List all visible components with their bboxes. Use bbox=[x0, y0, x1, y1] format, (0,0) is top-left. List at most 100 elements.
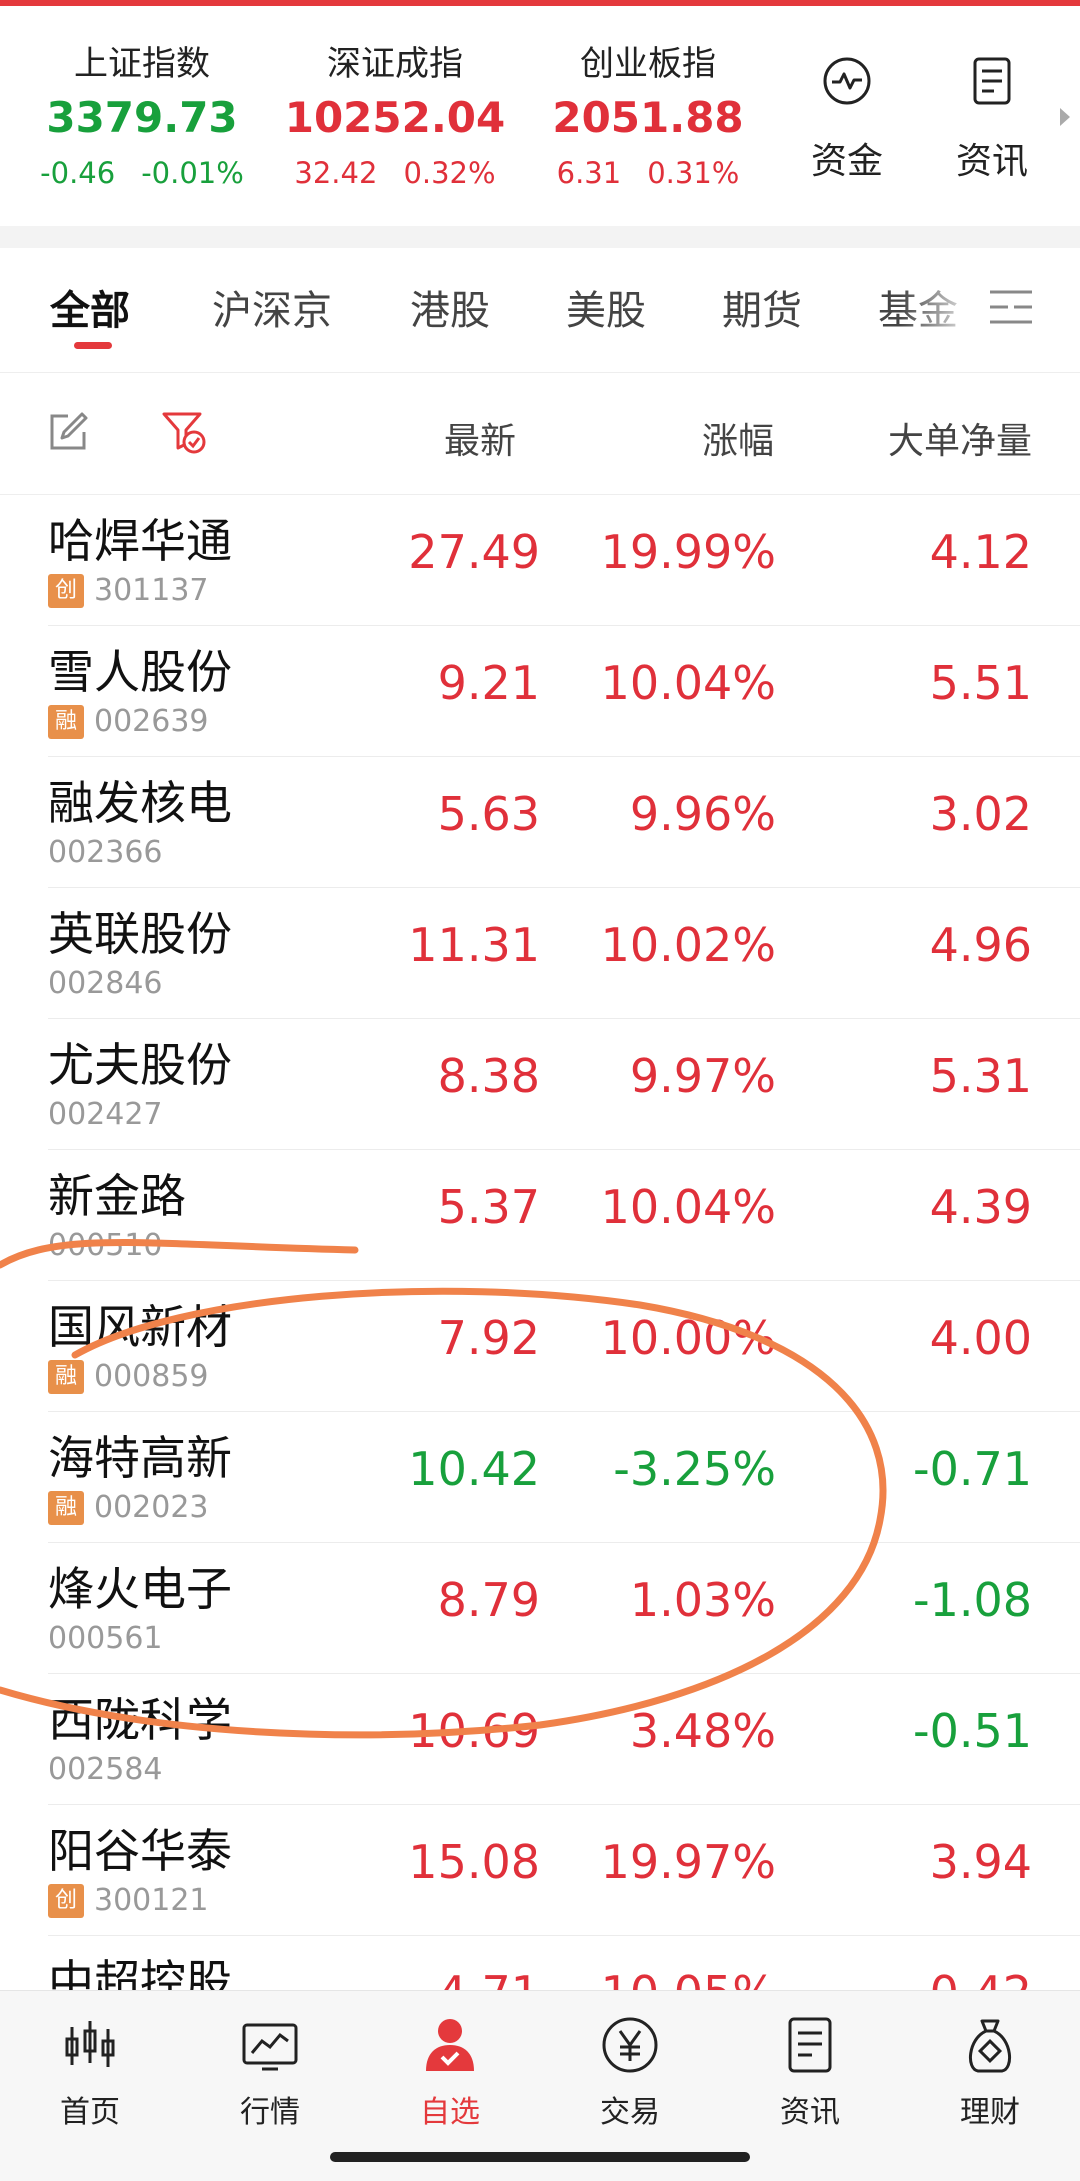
funds-button[interactable]: 资金 bbox=[787, 56, 907, 184]
stock-code-line: 002366 bbox=[48, 835, 163, 870]
stock-big-order: 4.39 bbox=[929, 1180, 1032, 1234]
stock-row[interactable]: 西陇科学 002584 10.69 3.48% -0.51 bbox=[48, 1674, 1080, 1805]
index-name: 上证指数 bbox=[74, 44, 210, 84]
stock-row[interactable]: 哈焊华通创 301137 27.49 19.99% 4.12 bbox=[48, 495, 1080, 626]
index-shanghai[interactable]: 上证指数 3379.73 -0.46 -0.01% bbox=[22, 36, 262, 190]
nav-wealth-label: 理财 bbox=[960, 2095, 1020, 2130]
stock-change-pct: 1.03% bbox=[629, 1573, 776, 1627]
index-ticker: 上证指数 3379.73 -0.46 -0.01% 深证成指 10252.04 3… bbox=[0, 6, 1080, 226]
nav-news[interactable]: 资讯 bbox=[750, 2013, 870, 2131]
tab-us[interactable]: 美股 bbox=[566, 278, 646, 336]
stock-row[interactable]: 海特高新融 002023 10.42 -3.25% -0.71 bbox=[48, 1412, 1080, 1543]
tab-futures[interactable]: 期货 bbox=[722, 278, 802, 336]
stock-big-order: -0.51 bbox=[912, 1704, 1032, 1758]
stock-code-line: 融 000859 bbox=[48, 1359, 209, 1394]
nav-trade-label: 交易 bbox=[600, 2095, 660, 2130]
index-name: 创业板指 bbox=[580, 44, 716, 84]
stock-price: 5.63 bbox=[437, 787, 540, 841]
stock-code-line: 002584 bbox=[48, 1752, 163, 1787]
col-latest[interactable]: 最新 bbox=[444, 412, 516, 464]
nav-market[interactable]: 行情 bbox=[210, 2013, 330, 2131]
stock-change-pct: 3.48% bbox=[629, 1704, 776, 1758]
stock-price: 5.37 bbox=[437, 1180, 540, 1234]
chart-icon bbox=[242, 2023, 298, 2071]
nav-market-label: 行情 bbox=[240, 2095, 300, 2130]
nav-home[interactable]: 首页 bbox=[30, 2013, 150, 2131]
money-bag-icon bbox=[969, 2019, 1011, 2073]
tab-hk[interactable]: 港股 bbox=[410, 278, 490, 336]
stock-row[interactable]: 烽火电子 000561 8.79 1.03% -1.08 bbox=[48, 1543, 1080, 1674]
nav-watchlist-label: 自选 bbox=[420, 2095, 480, 2130]
stock-code: 300121 bbox=[94, 1883, 209, 1918]
stock-code-line: 创 301137 bbox=[48, 573, 209, 608]
market-tabs: 全部 沪深京 港股 美股 期货 基金 bbox=[0, 248, 1080, 373]
stock-code: 000510 bbox=[48, 1228, 163, 1263]
stock-row[interactable]: 雪人股份融 002639 9.21 10.04% 5.51 bbox=[48, 626, 1080, 757]
column-header: 最新 涨幅 大单净量 bbox=[0, 372, 1080, 495]
stock-code: 002846 bbox=[48, 966, 163, 1001]
stock-name: 国风新材 bbox=[48, 1300, 232, 1354]
stock-row[interactable]: 英联股份 002846 11.31 10.02% 4.96 bbox=[48, 888, 1080, 1019]
user-check-icon bbox=[426, 2019, 474, 2071]
stock-row[interactable]: 尤夫股份 002427 8.38 9.97% 5.31 bbox=[48, 1019, 1080, 1150]
stock-big-order: 5.31 bbox=[929, 1049, 1032, 1103]
stock-code-line: 002846 bbox=[48, 966, 163, 1001]
stock-name: 烽火电子 bbox=[48, 1562, 232, 1616]
stock-change-pct: 19.97% bbox=[600, 1835, 776, 1889]
stock-change-pct: 9.96% bbox=[629, 787, 776, 841]
stock-code-line: 000510 bbox=[48, 1228, 163, 1263]
stock-price: 9.21 bbox=[437, 656, 540, 710]
edit-icon[interactable] bbox=[46, 410, 90, 454]
stock-big-order: 4.96 bbox=[929, 918, 1032, 972]
stock-row[interactable]: 融发核电 002366 5.63 9.96% 3.02 bbox=[48, 757, 1080, 888]
funds-label: 资金 bbox=[810, 141, 883, 182]
index-change: 32.42 bbox=[294, 156, 378, 190]
nav-wealth[interactable]: 理财 bbox=[930, 2013, 1050, 2131]
tab-hs-bj[interactable]: 沪深京 bbox=[212, 278, 332, 336]
stock-code: 002639 bbox=[94, 704, 209, 739]
stock-price: 11.31 bbox=[408, 918, 540, 972]
stock-badge: 创 bbox=[48, 573, 84, 608]
filter-icon[interactable] bbox=[160, 408, 208, 456]
stock-change-pct: 10.00% bbox=[600, 1311, 776, 1365]
stock-row[interactable]: 新金路 000510 5.37 10.04% 4.39 bbox=[48, 1150, 1080, 1281]
index-shenzhen[interactable]: 深证成指 10252.04 32.42 0.32% bbox=[275, 36, 515, 190]
stock-name: 阳谷华泰 bbox=[48, 1824, 232, 1878]
tab-menu-icon[interactable] bbox=[988, 284, 1034, 330]
index-chinext[interactable]: 创业板指 2051.88 6.31 0.31% bbox=[528, 36, 768, 190]
stock-big-order: 4.12 bbox=[929, 525, 1032, 579]
index-percent: 0.32% bbox=[403, 156, 496, 190]
nav-trade[interactable]: 交易 bbox=[570, 2013, 690, 2131]
col-change-pct[interactable]: 涨幅 bbox=[702, 412, 774, 464]
candlestick-icon bbox=[65, 2021, 115, 2067]
stock-row[interactable]: 阳谷华泰创 300121 15.08 19.97% 3.94 bbox=[48, 1805, 1080, 1936]
index-name: 深证成指 bbox=[327, 44, 463, 84]
stock-change-pct: 10.02% bbox=[600, 918, 776, 972]
stock-change-pct: -3.25% bbox=[613, 1442, 776, 1496]
stock-row[interactable]: 国风新材融 000859 7.92 10.00% 4.00 bbox=[48, 1281, 1080, 1412]
stock-price: 27.49 bbox=[408, 525, 540, 579]
home-indicator bbox=[330, 2152, 750, 2162]
stock-price: 15.08 bbox=[408, 1835, 540, 1889]
stock-change-pct: 9.97% bbox=[629, 1049, 776, 1103]
stock-big-order: -1.08 bbox=[912, 1573, 1032, 1627]
stock-code-line: 002427 bbox=[48, 1097, 163, 1132]
index-value: 10252.04 bbox=[284, 93, 506, 142]
stock-code: 301137 bbox=[94, 573, 209, 608]
document-icon bbox=[973, 57, 1011, 105]
stock-name: 尤夫股份 bbox=[48, 1038, 232, 1092]
stock-code-line: 创 300121 bbox=[48, 1883, 209, 1918]
stock-badge: 融 bbox=[48, 1359, 84, 1394]
scroll-right-arrow-icon[interactable] bbox=[1060, 108, 1070, 126]
stock-name: 哈焊华通 bbox=[48, 514, 232, 568]
col-big-order[interactable]: 大单净量 bbox=[888, 412, 1032, 464]
index-value: 2051.88 bbox=[552, 93, 744, 142]
stock-list: 哈焊华通创 301137 27.49 19.99% 4.12 雪人股份融 002639 9.2… bbox=[0, 495, 1080, 2067]
tab-all[interactable]: 全部 bbox=[50, 278, 130, 336]
stock-change-pct: 10.04% bbox=[600, 656, 776, 710]
nav-home-label: 首页 bbox=[60, 2095, 120, 2130]
news-button[interactable]: 资讯 bbox=[932, 56, 1052, 184]
stock-big-order: 5.51 bbox=[929, 656, 1032, 710]
stock-name: 西陇科学 bbox=[48, 1693, 232, 1747]
nav-watchlist[interactable]: 自选 bbox=[390, 2013, 510, 2131]
